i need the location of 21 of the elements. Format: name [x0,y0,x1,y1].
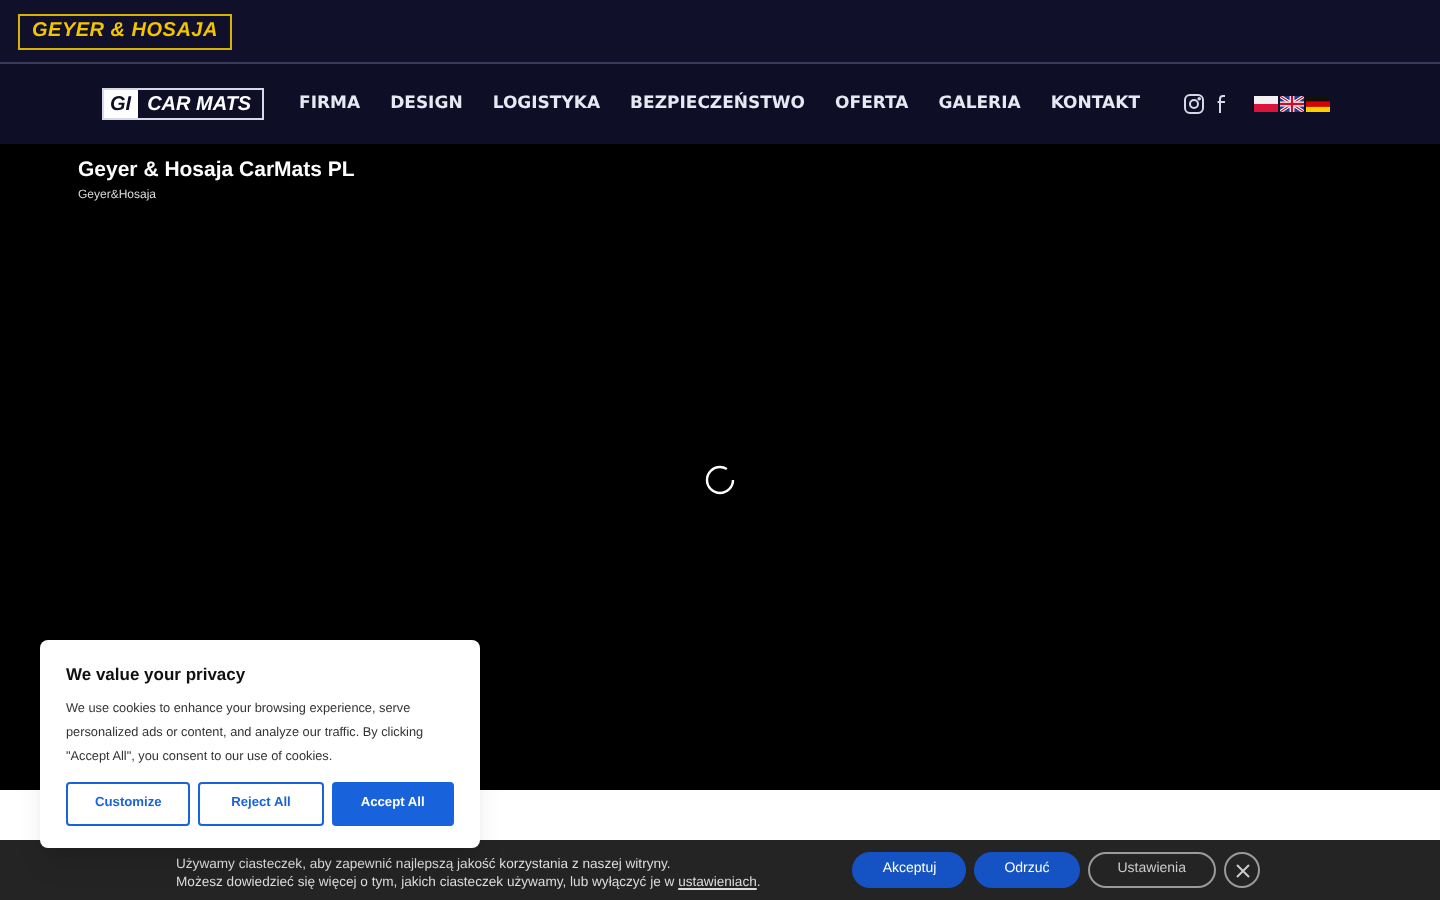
nav-link[interactable]: DESIGN [390,91,463,117]
nav-link[interactable]: BEZPIECZEŃSTWO [630,91,806,117]
top-logo[interactable]: GEYER & HOSAJA [18,13,232,49]
close-icon [1235,863,1249,877]
instagram-icon[interactable] [1184,94,1204,114]
nav-link[interactable]: LOGISTYKA [492,91,601,117]
british-flag-icon[interactable] [1280,96,1304,112]
loading-spinner-icon [704,463,736,496]
close-button[interactable] [1224,852,1260,888]
polish-flag-icon[interactable] [1254,96,1278,112]
brand-mark: GI [104,90,138,118]
german-flag-icon[interactable] [1306,96,1330,112]
video-title[interactable]: Geyer & Hosaja CarMats PL [78,156,1362,188]
nav-link[interactable]: KONTAKT [1050,91,1140,117]
nav-link[interactable]: FIRMA [299,91,361,117]
facebook-icon[interactable] [1216,94,1228,114]
dialog-title: We value your privacy [66,662,248,688]
brand-name: CAR MATS [145,91,254,119]
nav-link[interactable]: GALERIA [938,91,1021,117]
brand-logo[interactable]: GI CAR MATS [102,88,264,120]
nav-link[interactable]: OFERTA [835,91,909,117]
